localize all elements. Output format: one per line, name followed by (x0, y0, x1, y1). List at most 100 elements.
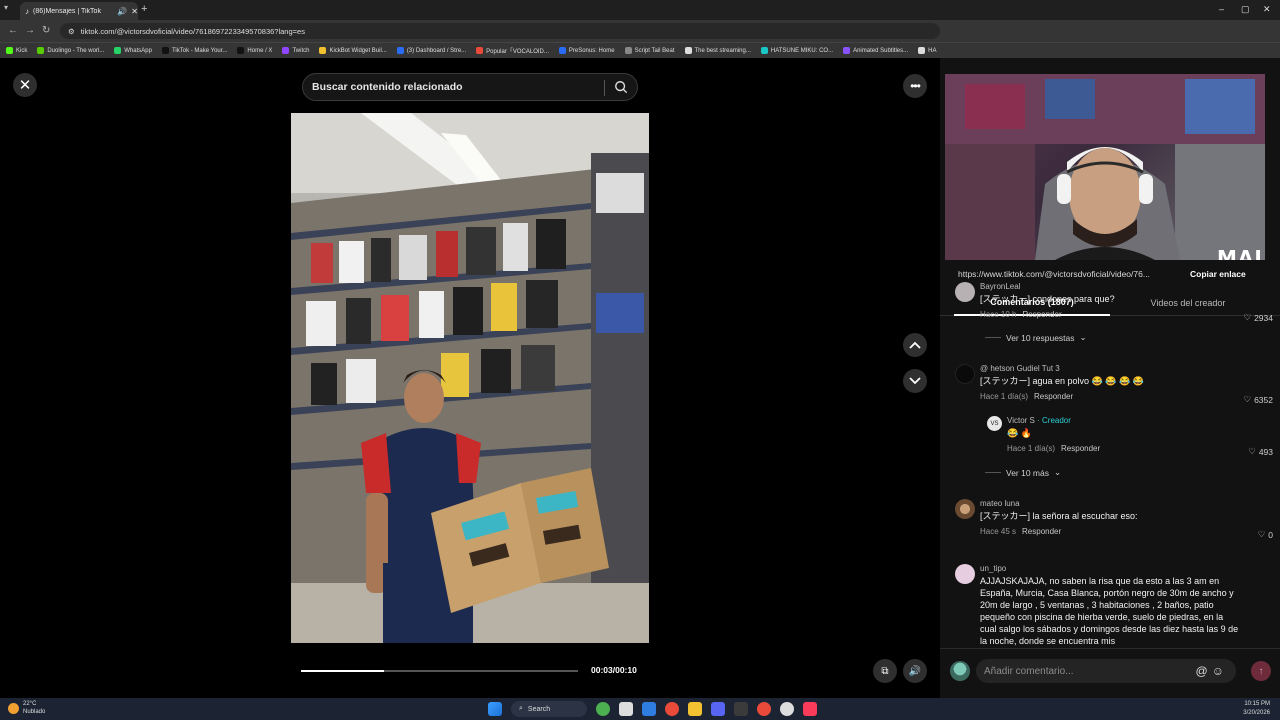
new-tab-button[interactable]: + (141, 3, 147, 15)
tab-search-icon[interactable]: ▾ (4, 3, 8, 12)
settings-icon[interactable] (780, 702, 794, 716)
bookmark-label: The best streaming... (694, 47, 751, 54)
like-button[interactable]: ♡ 6352 (1243, 394, 1273, 405)
webcam-image (945, 74, 1265, 260)
volume-button[interactable]: 🔊 (903, 659, 927, 683)
obs-icon[interactable] (734, 702, 748, 716)
bookmark-favicon-icon (37, 47, 45, 54)
bookmark-label: Duolingo - The worl... (47, 47, 105, 54)
chrome-icon[interactable] (665, 702, 679, 716)
reply-button[interactable]: Responder (1022, 310, 1061, 319)
bookmark-item[interactable]: WhatsApp (114, 47, 152, 54)
close-video-button[interactable]: ✕ (13, 73, 37, 97)
bookmark-item[interactable]: Script Tail Beat (624, 47, 675, 54)
weather-icon (8, 702, 19, 714)
mention-icon[interactable]: @ (1196, 664, 1212, 678)
bookmark-item[interactable]: Duolingo - The worl... (37, 47, 104, 54)
avatar[interactable] (955, 364, 975, 384)
comment-username[interactable]: Victor S (1007, 416, 1035, 425)
next-video-button[interactable] (903, 369, 927, 393)
taskbar-search[interactable]: ⌕ Search (511, 701, 587, 717)
bookmark-favicon-icon (918, 47, 926, 54)
comment-text: AJJAJSKAJAJA, no saben la risa que da es… (980, 576, 1239, 646)
bookmark-item[interactable]: The best streaming... (684, 47, 751, 54)
forward-icon[interactable]: → (25, 25, 35, 36)
avatar[interactable]: VS (987, 416, 1002, 431)
bookmark-item[interactable]: Home / X (237, 47, 272, 54)
avatar (950, 661, 970, 681)
previous-video-button[interactable] (903, 333, 927, 357)
comment-username[interactable]: BayronLeal (980, 282, 1240, 291)
webcam-overlay: MAI (945, 74, 1265, 260)
address-bar[interactable]: ⚙ tiktok.com/@victorsdvoficial/video/761… (60, 23, 940, 39)
reply-button[interactable]: Responder (1034, 392, 1073, 401)
bookmark-item[interactable]: Kick (6, 47, 27, 54)
clock-date: 3/20/2026 (1243, 710, 1270, 716)
bookmark-item[interactable]: (3) Dashboard / Stre... (396, 47, 466, 54)
bookmark-item[interactable]: Popular「VOCALOID... (476, 46, 549, 55)
widgets-icon[interactable] (596, 702, 610, 716)
discord-icon[interactable] (711, 702, 725, 716)
comment-input[interactable]: Añadir comentario... @☺ (976, 659, 1236, 683)
system-clock[interactable]: 10:15 PM 3/20/2026 (1243, 700, 1270, 718)
bookmark-label: Popular「VOCALOID... (486, 49, 549, 55)
copy-link-button[interactable]: Copiar enlace (1190, 269, 1246, 279)
avatar[interactable] (955, 564, 975, 584)
bookmark-item[interactable]: TikTok - Make Your... (161, 47, 227, 54)
task-view-icon[interactable] (619, 702, 633, 716)
reply-button[interactable]: Responder (1061, 444, 1100, 453)
like-count: 6352 (1254, 394, 1273, 405)
bookmark-item[interactable]: Animated Subtitles... (843, 47, 908, 54)
file-explorer-icon[interactable] (688, 702, 702, 716)
back-icon[interactable]: ← (8, 25, 18, 36)
site-info-icon[interactable]: ⚙ (68, 27, 75, 36)
comment-text: [ステッカー] la señora al escuchar eso: (980, 511, 1138, 521)
weather-widget[interactable]: 22°C Nublado (8, 700, 45, 716)
chrome-profile-icon[interactable] (757, 702, 771, 716)
like-button[interactable]: ♡ 493 (1248, 446, 1273, 457)
comment-username[interactable]: un_tipo (980, 564, 1240, 573)
like-button[interactable]: ♡ 2934 (1243, 312, 1273, 323)
browser-tab-active[interactable]: ♪ (86)Mensajes | TikTok 🔊 ✕ (20, 2, 138, 20)
bookmark-favicon-icon (6, 47, 13, 54)
bookmark-item[interactable]: HA (918, 47, 936, 54)
like-count: 0 (1268, 529, 1273, 540)
reload-icon[interactable]: ↻ (42, 25, 50, 36)
comment-input-bar: Añadir comentario... @☺ ↑ (940, 648, 1280, 698)
bookmark-item[interactable]: KickBot Widget Buil... (319, 47, 387, 54)
bookmark-favicon-icon (476, 47, 484, 54)
progress-bar[interactable] (301, 670, 578, 672)
send-comment-button[interactable]: ↑ (1251, 661, 1271, 681)
bookmark-favicon-icon (684, 47, 692, 54)
comment-username[interactable]: @ hetson Gudiel Tut 3 (980, 364, 1240, 373)
bookmark-item[interactable]: Twitch (282, 47, 309, 54)
view-replies-button[interactable]: Ver 10 respuestas ⌄ (985, 332, 1087, 343)
emoji-icon[interactable]: ☺ (1212, 664, 1228, 678)
edge-icon[interactable] (642, 702, 656, 716)
video-player[interactable] (291, 113, 649, 643)
comment-time: Hace 10 h (980, 310, 1017, 319)
bookmark-item[interactable]: PreSonus: Home (558, 47, 615, 54)
close-tab-icon[interactable]: ✕ (131, 7, 138, 16)
windows-start-icon[interactable] (488, 702, 502, 716)
search-icon[interactable] (614, 80, 628, 94)
music-app-icon[interactable] (803, 702, 817, 716)
more-options-button[interactable]: ••• (903, 74, 927, 98)
comment-username[interactable]: mateo luna (980, 499, 1240, 508)
like-count: 2934 (1254, 312, 1273, 323)
close-window-icon[interactable]: ✕ (1263, 4, 1271, 15)
minimize-icon[interactable]: – (1219, 4, 1224, 14)
mini-player-button[interactable]: ⧉ (873, 659, 897, 683)
maximize-icon[interactable]: ▢ (1241, 4, 1250, 15)
ellipsis-icon: ••• (910, 79, 921, 93)
speaker-icon[interactable]: 🔊 (117, 7, 127, 16)
view-more-button[interactable]: Ver 10 más ⌄ (985, 467, 1061, 478)
bookmark-item[interactable]: HATSUNE MIKU: CO... (760, 47, 833, 54)
share-url: https://www.tiktok.com/@victorsdvoficial… (958, 269, 1150, 279)
related-search-bar[interactable]: Buscar contenido relacionado (302, 73, 638, 101)
comment-item: mateo luna [ステッカー] la señora al escuchar… (955, 499, 1275, 549)
like-button[interactable]: ♡ 0 (1258, 529, 1273, 540)
avatar[interactable] (955, 499, 975, 519)
reply-button[interactable]: Responder (1022, 527, 1061, 536)
avatar[interactable] (955, 282, 975, 302)
